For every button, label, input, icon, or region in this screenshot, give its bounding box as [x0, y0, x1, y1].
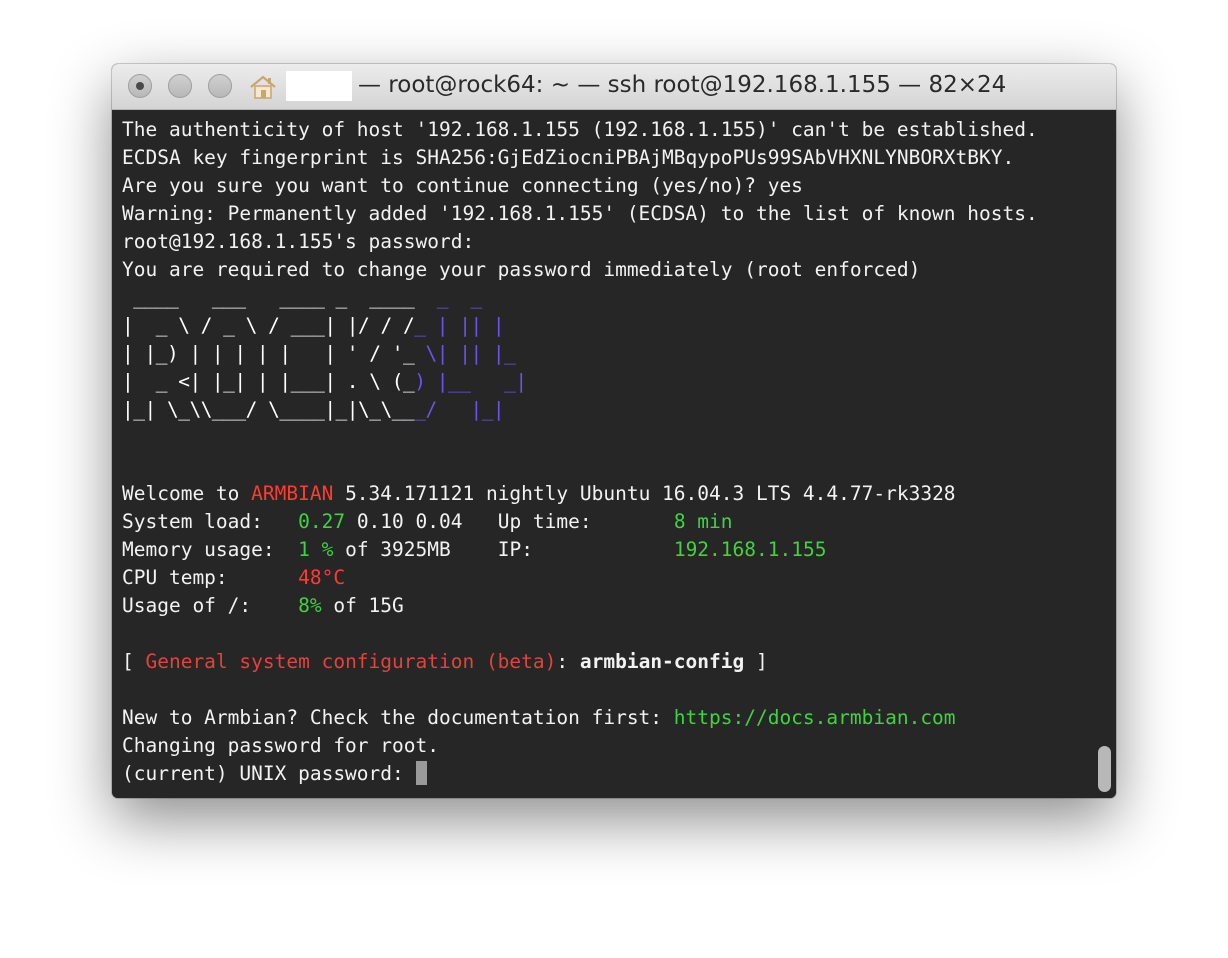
uptime-value: 8 min — [673, 510, 733, 533]
text-cursor[interactable] — [415, 761, 427, 785]
terminal-line: ECDSA key fingerprint is SHA256:GjEdZioc… — [122, 146, 1015, 169]
logo-line: ____ ___ ____ _ ____ _ _ — [122, 286, 482, 309]
config-open-bracket: [ — [122, 650, 146, 673]
terminal-line: Warning: Permanently added '192.168.1.15… — [122, 202, 1038, 225]
config-line: [ General system configuration (beta): a… — [122, 648, 768, 676]
disk-usage-rest: of 15G — [321, 594, 404, 617]
logo-line: | |_) | | | | | | ' / '_ \| || |_ — [122, 342, 516, 365]
password-prompt-line: (current) UNIX password: — [122, 760, 427, 788]
memory-value: 1 % — [298, 538, 334, 561]
docs-text: New to Armbian? Check the documentation … — [122, 706, 674, 729]
docs-link[interactable]: https://docs.armbian.com — [674, 706, 956, 729]
config-close-bracket: ] — [744, 650, 768, 673]
ip-value: 192.168.1.155 — [673, 538, 827, 561]
home-icon — [250, 75, 276, 99]
terminal-line: Are you sure you want to continue connec… — [122, 174, 803, 197]
cpu-temp-line: CPU temp: 48°C — [122, 564, 345, 592]
config-label: General system configuration (beta) — [145, 650, 557, 673]
close-button[interactable] — [128, 74, 152, 98]
terminal-line: You are required to change your password… — [122, 258, 921, 281]
system-load-rest: 0.10 0.04 — [345, 510, 498, 533]
memory-rest: of 3925MB — [333, 538, 498, 561]
armbian-brand: ARMBIAN — [251, 482, 334, 505]
changing-password-line: Changing password for root. — [122, 734, 439, 757]
config-command: armbian-config — [579, 650, 745, 673]
system-load-value: 0.27 — [298, 510, 346, 533]
disk-usage-label: Usage of /: — [122, 594, 299, 617]
config-colon: : — [556, 650, 580, 673]
window-title: — root@rock64: ~ — ssh root@192.168.1.15… — [358, 72, 1007, 98]
logo-line: | _ \ / _ \ / ___| |/ / /_ | || | — [122, 314, 505, 337]
welcome-prefix: Welcome to — [122, 482, 252, 505]
memory-label: Memory usage: — [122, 538, 299, 561]
terminal-content[interactable]: The authenticity of host '192.168.1.155 … — [112, 110, 1116, 798]
rock64-ascii-logo: ____ ___ ____ _ ____ _ _ | _ \ / _ \ / _… — [122, 284, 527, 424]
terminal-window: — root@rock64: ~ — ssh root@192.168.1.15… — [112, 64, 1116, 798]
welcome-line: Welcome to ARMBIAN 5.34.171121 nightly U… — [122, 480, 956, 508]
zoom-button[interactable] — [208, 74, 232, 98]
disk-usage-value: 8% — [298, 594, 322, 617]
logo-line: |_| \_\\___/ \____|_|\_\___/ |_| — [122, 398, 505, 421]
welcome-version: 5.34.171121 nightly Ubuntu 16.04.3 LTS 4… — [333, 482, 956, 505]
redacted-box — [286, 71, 352, 101]
scrollbar-thumb[interactable] — [1098, 746, 1111, 792]
title-bar[interactable]: — root@rock64: ~ — ssh root@192.168.1.15… — [112, 64, 1116, 110]
uptime-label: Up time: — [497, 510, 674, 533]
system-load-line: System load: 0.27 0.10 0.04 Up time: 8 m… — [122, 508, 733, 536]
cpu-temp-label: CPU temp: — [122, 566, 299, 589]
memory-line: Memory usage: 1 % of 3925MB IP: 192.168.… — [122, 536, 826, 564]
terminal-line: The authenticity of host '192.168.1.155 … — [122, 118, 1038, 141]
system-load-label: System load: — [122, 510, 299, 533]
cpu-temp-value: 48°C — [298, 566, 346, 589]
terminal-line: root@192.168.1.155's password: — [122, 230, 475, 253]
disk-usage-line: Usage of /: 8% of 15G — [122, 592, 404, 620]
ip-label: IP: — [497, 538, 674, 561]
logo-line: | _ <| |_| | |___| . \ (_) |__ _| — [122, 370, 527, 393]
password-prompt: (current) UNIX password: — [122, 762, 416, 785]
docs-line: New to Armbian? Check the documentation … — [122, 704, 956, 732]
minimize-button[interactable] — [168, 74, 192, 98]
